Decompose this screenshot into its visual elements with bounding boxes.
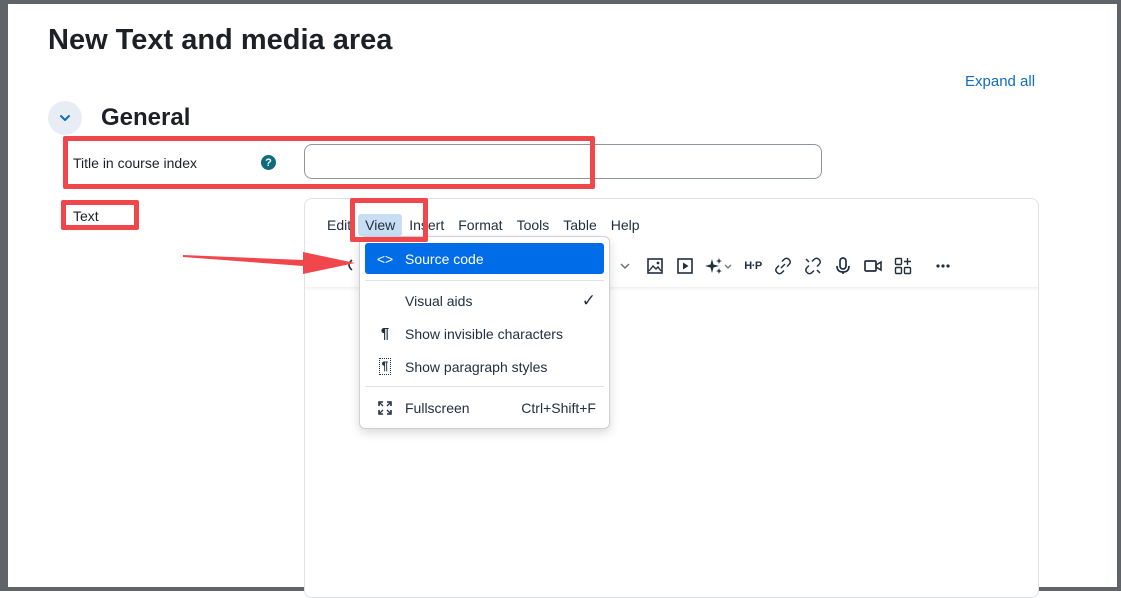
ai-sparkle-icon[interactable]: [700, 252, 738, 280]
menu-divider: [365, 280, 604, 281]
menu-item-label: Fullscreen: [405, 399, 470, 416]
microphone-icon[interactable]: [828, 252, 858, 280]
menu-table[interactable]: Table: [556, 214, 603, 236]
menu-divider: [365, 386, 604, 387]
pilcrow-icon: ¶: [380, 325, 390, 342]
menu-help[interactable]: Help: [604, 214, 647, 236]
source-code-icon: <>: [376, 250, 394, 267]
menu-tools[interactable]: Tools: [510, 214, 557, 236]
link-icon[interactable]: [768, 252, 798, 280]
highlight-text-label: [61, 200, 139, 230]
editor-toolbar: H·P: [610, 252, 968, 280]
video-camera-icon[interactable]: [858, 252, 888, 280]
menu-item-label: Show paragraph styles: [405, 358, 548, 375]
menu-item-visual-aids[interactable]: Visual aids ✓: [365, 285, 604, 316]
add-block-icon[interactable]: [888, 252, 918, 280]
highlight-title-field: [63, 136, 595, 189]
chevron-down-icon[interactable]: [610, 252, 640, 280]
highlight-view-menu: [350, 198, 428, 242]
expand-all-link[interactable]: Expand all: [965, 73, 1035, 90]
annotation-arrow-icon: [183, 252, 355, 274]
menu-item-show-invisible-characters[interactable]: ¶ Show invisible characters: [365, 318, 604, 349]
menu-format[interactable]: Format: [451, 214, 509, 236]
chevron-down-icon: [60, 115, 70, 121]
paragraph-styles-glyph: ¶: [378, 358, 392, 375]
media-icon[interactable]: [670, 252, 700, 280]
checkmark-icon: ✓: [581, 290, 596, 310]
menu-item-label: Show invisible characters: [405, 325, 563, 342]
menu-item-show-paragraph-styles[interactable]: ¶ Show paragraph styles: [365, 351, 604, 382]
menu-item-fullscreen[interactable]: Fullscreen Ctrl+Shift+F: [365, 392, 604, 423]
h5p-icon[interactable]: H·P: [738, 252, 768, 280]
more-icon[interactable]: [918, 252, 968, 280]
paragraph-styles-icon: ¶: [373, 358, 397, 375]
menu-item-label: Source code: [405, 250, 484, 267]
unlink-icon[interactable]: [798, 252, 828, 280]
menu-item-label: Visual aids: [405, 292, 473, 309]
section-title: General: [101, 104, 191, 131]
section-collapse-button[interactable]: [48, 101, 82, 135]
page-title: New Text and media area: [48, 24, 393, 56]
shortcut-label: Ctrl+Shift+F: [521, 399, 596, 416]
image-icon[interactable]: [640, 252, 670, 280]
view-menu-dropdown: <> Source code Visual aids ✓ ¶ Show invi…: [359, 236, 610, 429]
fullscreen-icon: [373, 400, 397, 416]
menu-item-source-code[interactable]: <> Source code: [365, 243, 604, 274]
